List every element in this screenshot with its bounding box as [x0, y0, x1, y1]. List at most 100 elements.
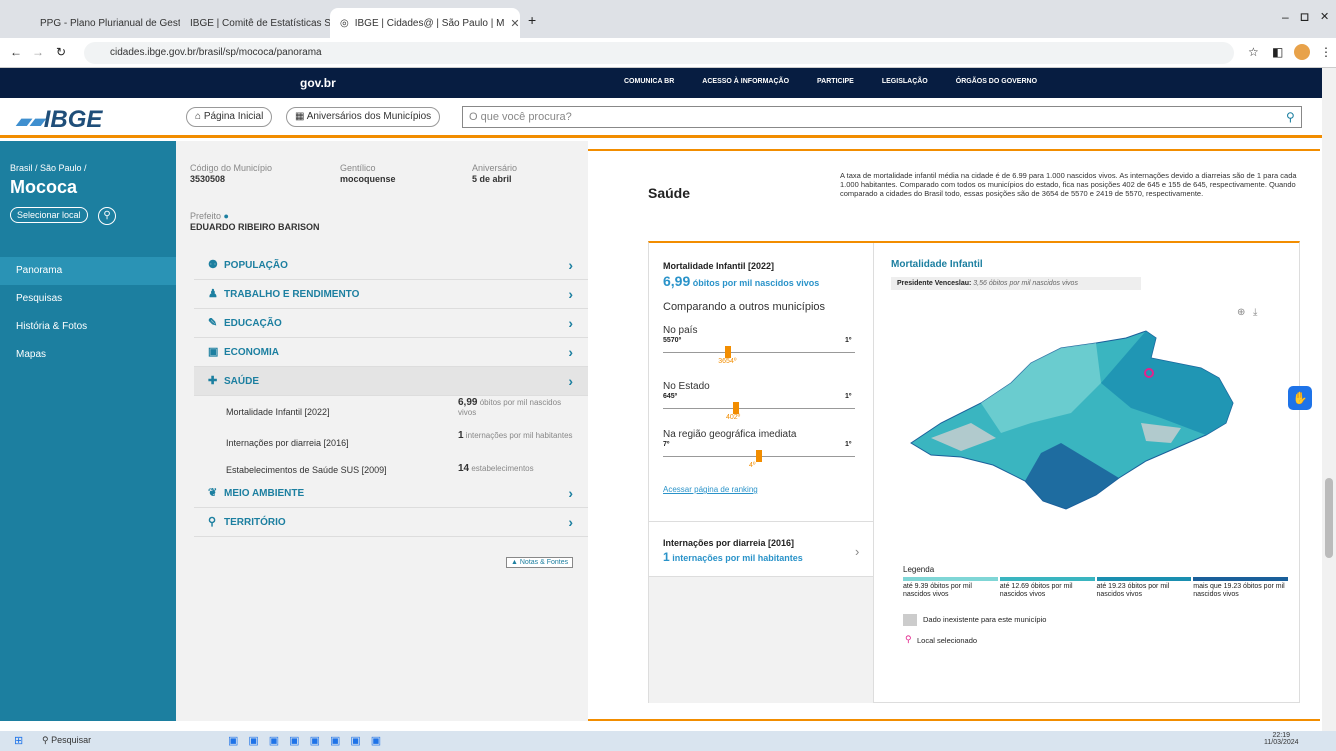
accessibility-icon[interactable]: ✋ — [1288, 386, 1312, 410]
url-field[interactable]: cidades.ibge.gov.br/brasil/sp/mococa/pan… — [84, 42, 1234, 64]
sidepanel-icon[interactable]: ◧ — [1272, 45, 1283, 59]
category-territorio[interactable]: ⚲ TERRITÓRIO › — [194, 508, 589, 537]
empty-panel — [649, 577, 873, 703]
new-tab-icon[interactable]: + — [528, 12, 536, 28]
search-input[interactable]: O que você procura? — [462, 106, 1302, 128]
gov-link[interactable]: ÓRGÃOS DO GOVERNO — [956, 78, 1037, 85]
gov-link[interactable]: LEGISLAÇÃO — [882, 78, 928, 85]
notes-button[interactable]: ▲ Notas & Fontes — [506, 557, 574, 568]
url-text: cidades.ibge.gov.br/brasil/sp/mococa/pan… — [110, 47, 322, 58]
sidebar: Brasil / São Paulo / Mococa Selecionar l… — [0, 141, 176, 721]
window-close-icon[interactable]: ✕ — [1320, 10, 1329, 23]
maximize-icon[interactable]: ◻ — [1300, 10, 1309, 23]
site-header: ▰▰IBGE ⌂ Página Inicial ▦ Aniversários d… — [0, 98, 1336, 138]
diarrhea-title: Internações por diarreia [2016] — [663, 538, 795, 548]
scrollbar[interactable] — [1322, 68, 1336, 731]
rank-min: 1º — [845, 337, 852, 344]
close-icon[interactable]: ✕ — [510, 17, 519, 30]
category-trabalho[interactable]: ♟ TRABALHO E RENDIMENTO › — [194, 280, 589, 309]
minimize-icon[interactable]: – — [1282, 10, 1289, 24]
anniversaries-button[interactable]: ▦ Aniversários dos Municípios — [286, 107, 441, 127]
municipality-info: Código do Município 3530508 Gentílico mo… — [176, 141, 589, 721]
star-icon[interactable]: ☆ — [1248, 45, 1259, 59]
gov-link[interactable]: ACESSO À INFORMAÇÃO — [702, 78, 789, 85]
rank-track — [663, 408, 855, 409]
category-meio-ambiente[interactable]: ❦ MEIO AMBIENTE › — [194, 479, 589, 508]
govbr-logo[interactable]: gov.br — [300, 76, 336, 90]
taskbar-apps[interactable]: ▣▣▣▣▣▣▣▣ — [228, 734, 391, 747]
search-icon[interactable]: ⚲ — [1286, 110, 1295, 124]
tab-ibge-comite[interactable]: IBGE | Comitê de Estatísticas Soc✕ — [180, 8, 330, 38]
rank-position: 3654º — [718, 358, 737, 365]
chevron-right-icon: › — [568, 286, 573, 302]
home-button[interactable]: ⌂ Página Inicial — [186, 107, 273, 127]
windows-start-icon[interactable]: ⊞ — [14, 734, 23, 747]
scrollbar-thumb[interactable] — [1325, 478, 1333, 558]
tab-ibge-cidades[interactable]: ◎ IBGE | Cidades@ | São Paulo | M ✕ — [330, 8, 520, 38]
people-icon: ⚉ — [208, 259, 218, 271]
nav-historia[interactable]: História & Fotos — [0, 313, 176, 341]
category-saude[interactable]: ✚ SAÚDE › — [194, 367, 589, 396]
diarrhea-panel[interactable]: Internações por diarreia [2016] 1 intern… — [649, 521, 873, 577]
rank-marker — [725, 346, 732, 358]
compare-label: Comparando a outros municípios — [663, 301, 826, 313]
gov-bar: gov.br COMUNICA BR ACESSO À INFORMAÇÃO P… — [0, 68, 1336, 98]
address-bar: ← → ↻ cidades.ibge.gov.br/brasil/sp/moco… — [0, 38, 1336, 68]
ranking-link[interactable]: Acessar página de ranking — [663, 485, 758, 494]
gov-link[interactable]: COMUNICA BR — [624, 78, 674, 85]
health-item-label[interactable]: Internações por diarreia [2016] — [226, 438, 349, 448]
map-highlight: Presidente Venceslau: 3,56 óbitos por mi… — [891, 277, 1141, 290]
no-data-label: Dado inexistente para este município — [923, 615, 1047, 624]
profile-avatar[interactable] — [1294, 44, 1310, 60]
chevron-right-icon: › — [568, 485, 573, 501]
ibge-logo[interactable]: ▰▰IBGE — [16, 106, 102, 134]
chevron-right-icon: › — [568, 344, 573, 360]
clock[interactable]: 22:19 11/03/2024 — [1264, 732, 1299, 746]
location-pin-icon[interactable]: ⚲ — [98, 207, 116, 225]
nav-mapas[interactable]: Mapas — [0, 341, 176, 369]
warning-icon: ▲ — [511, 559, 520, 566]
rank-position: 402º — [725, 414, 741, 421]
nav-panorama[interactable]: Panorama — [0, 257, 176, 285]
breadcrumb[interactable]: Brasil / São Paulo / — [10, 163, 87, 173]
mortality-value: 6,99 óbitos por mil nascidos vivos — [663, 273, 820, 289]
menu-icon[interactable]: ⋮ — [1320, 45, 1332, 59]
money-icon: ▣ — [208, 346, 219, 358]
selected-label: Local selecionado — [917, 636, 978, 645]
health-card: Mortalidade Infantil [2022] 6,99 óbitos … — [648, 241, 1300, 703]
select-location-button[interactable]: Selecionar local — [10, 207, 88, 223]
reload-icon[interactable]: ↻ — [56, 45, 66, 59]
state-map[interactable] — [901, 323, 1251, 523]
tab-label: PPG - Plano Plurianual de Gest — [40, 17, 180, 29]
divider — [873, 243, 874, 703]
help-icon[interactable]: ● — [224, 211, 229, 221]
nav-pesquisas[interactable]: Pesquisas — [0, 285, 176, 313]
health-item-label[interactable]: Mortalidade Infantil [2022] — [226, 407, 330, 417]
map-title: Mortalidade Infantil — [891, 259, 983, 270]
legend-item: até 9.39 óbitos por mil nascidos vivos — [903, 577, 998, 607]
tab-ppg[interactable]: PPG - Plano Plurianual de Gest✕ — [30, 8, 180, 38]
category-populacao[interactable]: ⚉ POPULAÇÃO › — [194, 251, 589, 280]
anniversary-value: 5 de abril — [472, 174, 512, 184]
main-content: Saúde A taxa de mortalidade infantil méd… — [588, 141, 1320, 721]
back-icon[interactable]: ← — [10, 45, 22, 59]
pin-icon: ⚲ — [208, 516, 217, 528]
chevron-right-icon: › — [855, 544, 860, 559]
city-name: Mococa — [10, 177, 78, 197]
download-icon[interactable]: ⤓ — [1253, 307, 1257, 318]
rank-max: 5570º — [663, 337, 682, 344]
divider — [588, 719, 1320, 721]
taskbar-search[interactable]: ⚲ Pesquisar — [42, 735, 91, 746]
health-item-value: 14 estabelecimentos — [458, 463, 534, 474]
pin-icon: ⚲ — [905, 634, 912, 644]
no-data-swatch — [903, 614, 917, 626]
category-educacao[interactable]: ✎ EDUCAÇÃO › — [194, 309, 589, 338]
category-economia[interactable]: ▣ ECONOMIA › — [194, 338, 589, 367]
forward-icon[interactable]: → — [32, 45, 44, 59]
gov-link[interactable]: PARTICIPE — [817, 78, 854, 85]
rank-max: 7º — [663, 441, 670, 448]
taskbar: ⊞ ⚲ Pesquisar ▣▣▣▣▣▣▣▣ 22:19 11/03/2024 — [0, 731, 1336, 751]
zoom-icon[interactable]: ⊕ — [1237, 307, 1245, 318]
graduation-icon: ✎ — [208, 317, 218, 329]
health-item-label[interactable]: Estabelecimentos de Saúde SUS [2009] — [226, 465, 387, 475]
